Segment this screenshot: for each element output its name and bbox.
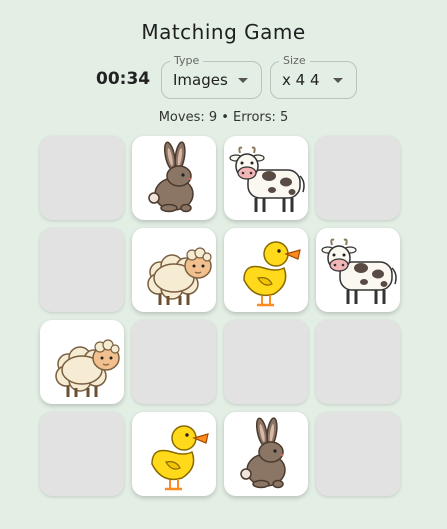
cow-icon <box>229 146 305 212</box>
size-select-value: x 4 4 <box>282 71 320 89</box>
type-select-legend: Type <box>170 54 204 68</box>
game-stats: Moves: 9 • Errors: 5 <box>158 110 289 125</box>
card-duck[interactable] <box>224 228 308 312</box>
card-rabbit[interactable] <box>224 412 308 496</box>
sheep-icon <box>147 247 212 305</box>
card-rabbit[interactable] <box>132 136 216 220</box>
card-sheep[interactable] <box>40 320 124 404</box>
rabbit-icon <box>240 417 286 489</box>
card-cow[interactable] <box>224 136 308 220</box>
type-select[interactable]: Type Images <box>161 54 262 99</box>
card-face-down[interactable] <box>40 136 124 220</box>
duck-icon <box>151 425 209 491</box>
duck-icon <box>243 241 301 307</box>
card-face-down[interactable] <box>132 320 216 404</box>
cow-icon <box>321 238 397 304</box>
rabbit-icon <box>148 141 194 213</box>
card-cow[interactable] <box>316 228 400 312</box>
card-face-down[interactable] <box>316 136 400 220</box>
type-select-value: Images <box>173 71 228 89</box>
card-face-down[interactable] <box>40 412 124 496</box>
card-face-down[interactable] <box>316 412 400 496</box>
size-select-legend: Size <box>279 54 310 68</box>
chevron-down-icon <box>238 78 248 83</box>
card-face-down[interactable] <box>224 320 308 404</box>
sheep-icon <box>55 339 120 397</box>
card-face-down[interactable] <box>316 320 400 404</box>
size-select[interactable]: Size x 4 4 <box>270 54 357 99</box>
card-duck[interactable] <box>132 412 216 496</box>
chevron-down-icon <box>333 78 343 83</box>
page-title: Matching Game <box>141 20 306 44</box>
card-face-down[interactable] <box>40 228 124 312</box>
timer: 00:34 <box>96 69 151 89</box>
game-board <box>40 136 408 504</box>
card-sheep[interactable] <box>132 228 216 312</box>
